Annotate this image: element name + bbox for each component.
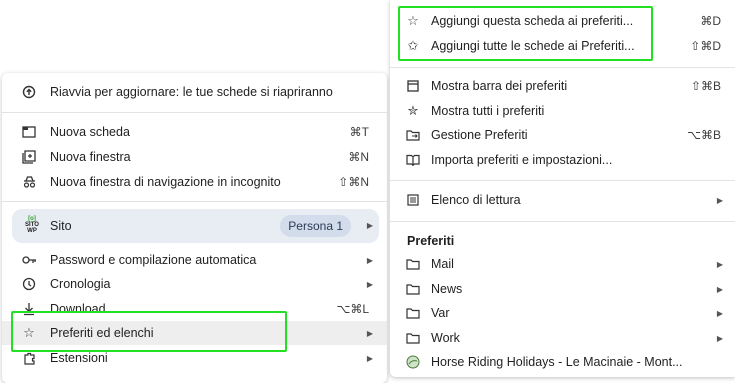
incognito-shortcut: ⇧⌘N [338, 175, 369, 189]
new-tab-shortcut: ⌘T [349, 125, 369, 139]
divider [2, 201, 387, 202]
profile-item[interactable]: [o] SITO WP Sito Persona 1 ▶ [12, 209, 379, 243]
show-bookmarks-bar-label: Mostra barra dei preferiti [431, 79, 568, 93]
history-icon [20, 275, 38, 293]
show-bookmarks-bar-shortcut: ⇧⌘B [690, 79, 721, 93]
new-window-shortcut: ⌘N [348, 150, 369, 164]
passwords-item[interactable]: Password e compilazione automatica ▶ [2, 248, 387, 272]
chevron-right-icon: ▶ [366, 279, 373, 289]
chevron-right-icon: ▶ [716, 308, 723, 318]
reading-list-label: Elenco di lettura [431, 193, 521, 207]
incognito-icon [20, 173, 38, 191]
folder-icon [404, 304, 422, 322]
restart-icon [20, 83, 38, 101]
show-bookmarks-bar-item[interactable]: Mostra barra dei preferiti ⇧⌘B [390, 74, 735, 98]
new-tab-icon [20, 123, 38, 141]
bookmark-manager-item[interactable]: Gestione Preferiti ⌥⌘B [390, 123, 735, 147]
import-bookmarks-item[interactable]: Importa preferiti e impostazioni... [390, 148, 735, 172]
import-bookmarks-label: Importa preferiti e impostazioni... [431, 153, 613, 167]
site-logo-text: SITO WP [25, 222, 39, 234]
new-tab-label: Nuova scheda [50, 125, 130, 139]
chevron-right-icon: ▶ [366, 255, 373, 265]
highlight-box-add-bookmarks [398, 6, 653, 61]
restart-update-item[interactable]: Riavvia per aggiornare: le tue schede si… [2, 80, 387, 104]
site-logo: [o] SITO WP [25, 216, 39, 234]
folder-label: Mail [431, 257, 454, 271]
bookmark-site-label: Horse Riding Holidays - Le Macinaie - Mo… [431, 355, 683, 369]
bookmark-all-tabs-shortcut: ⇧⌘D [690, 39, 721, 53]
show-all-bookmarks-item[interactable]: ✮ Mostra tutti i preferiti [390, 99, 735, 123]
bookmark-manager-label: Gestione Preferiti [431, 128, 528, 142]
new-window-item[interactable]: Nuova finestra ⌘N [2, 145, 387, 169]
stars-icon: ✮ [407, 103, 419, 118]
history-item[interactable]: Cronologia ▶ [2, 272, 387, 296]
divider [390, 180, 735, 181]
divider [2, 112, 387, 113]
incognito-label: Nuova finestra di navigazione in incogni… [50, 175, 281, 189]
folder-icon [404, 255, 422, 273]
chevron-right-icon: ▶ [716, 259, 723, 269]
downloads-shortcut: ⌥⌘L [336, 302, 369, 316]
chevron-right-icon: ▶ [366, 221, 373, 230]
divider [390, 67, 735, 68]
new-window-label: Nuova finestra [50, 150, 131, 164]
profile-label: Sito [50, 219, 72, 233]
folder-icon [404, 280, 422, 298]
divider [390, 221, 735, 222]
key-icon [20, 251, 38, 269]
reading-list-icon [404, 191, 422, 209]
restart-label: Riavvia per aggiornare: le tue schede si… [50, 85, 333, 99]
extensions-label: Estensioni [50, 351, 108, 365]
folder-label: Work [431, 331, 460, 345]
folder-label: News [431, 282, 463, 296]
history-label: Cronologia [50, 277, 111, 291]
incognito-item[interactable]: Nuova finestra di navigazione in incogni… [2, 170, 387, 194]
book-icon [404, 151, 422, 169]
folder-arrow-icon [404, 126, 422, 144]
bookmarks-section-title: Preferiti [407, 234, 455, 248]
folder-label: Var [431, 306, 450, 320]
chevron-right-icon: ▶ [716, 333, 723, 343]
bookmark-folder-item[interactable]: Mail ▶ [390, 252, 735, 276]
bookmark-this-tab-shortcut: ⌘D [700, 14, 721, 28]
bookmark-folder-item[interactable]: Work ▶ [390, 326, 735, 350]
chevron-right-icon: ▶ [366, 353, 373, 363]
chevron-right-icon: ▶ [366, 328, 373, 338]
bookmarks-bar-icon [404, 77, 422, 95]
bookmark-folder-item[interactable]: News ▶ [390, 277, 735, 301]
new-window-icon [20, 148, 38, 166]
show-all-bookmarks-label: Mostra tutti i preferiti [431, 104, 545, 118]
folder-icon [404, 329, 422, 347]
chevron-right-icon: ▶ [716, 195, 723, 205]
passwords-label: Password e compilazione automatica [50, 253, 257, 267]
new-tab-item[interactable]: Nuova scheda ⌘T [2, 120, 387, 144]
highlight-box-bookmarks [11, 311, 287, 352]
bookmark-folder-item[interactable]: Var ▶ [390, 301, 735, 325]
reading-list-item[interactable]: Elenco di lettura ▶ [390, 188, 735, 212]
chevron-right-icon: ▶ [716, 284, 723, 294]
bookmark-site-item[interactable]: Horse Riding Holidays - Le Macinaie - Mo… [390, 350, 735, 374]
bookmark-manager-shortcut: ⌥⌘B [687, 128, 721, 142]
profile-badge: Persona 1 [280, 215, 351, 237]
site-favicon-icon [404, 353, 422, 371]
